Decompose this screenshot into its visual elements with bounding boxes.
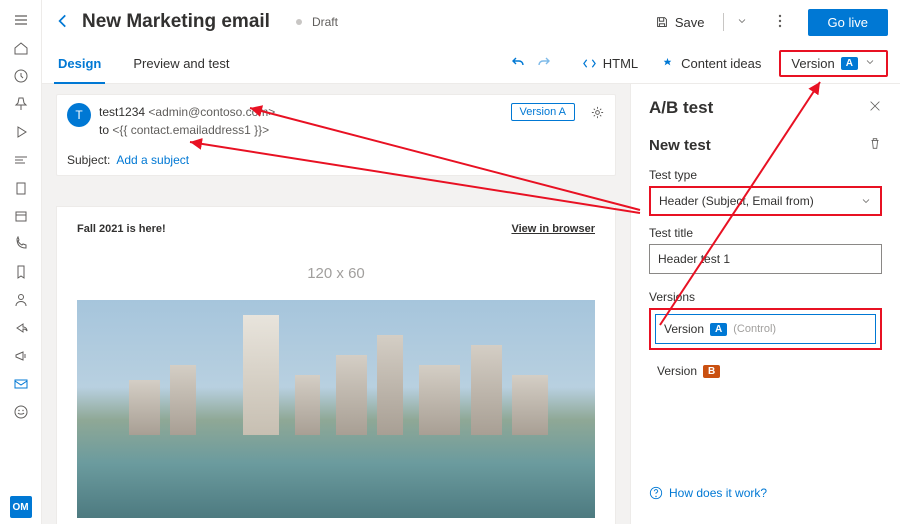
subject-label: Subject: bbox=[67, 153, 110, 167]
version-b-text: Version bbox=[657, 364, 697, 378]
from-address: <admin@contoso.com> bbox=[148, 105, 275, 119]
back-button[interactable] bbox=[54, 12, 72, 33]
add-subject-link[interactable]: Add a subject bbox=[116, 153, 189, 167]
calendar-icon[interactable] bbox=[0, 202, 42, 230]
test-type-label: Test type bbox=[649, 168, 882, 182]
to-value: <{{ contact.emailaddress1 }}> bbox=[112, 123, 269, 137]
chevron-down-icon bbox=[860, 195, 872, 207]
play-icon[interactable] bbox=[0, 118, 42, 146]
mail-icon[interactable] bbox=[0, 370, 42, 398]
phone-icon[interactable] bbox=[0, 230, 42, 258]
version-a-row-box: Version A (Control) bbox=[649, 308, 882, 350]
nav-rail: OM bbox=[0, 0, 42, 524]
pin-icon[interactable] bbox=[0, 90, 42, 118]
delete-icon[interactable] bbox=[868, 136, 882, 154]
email-header-block[interactable]: T test1234 <admin@contoso.com> to <{{ co… bbox=[56, 94, 616, 176]
recent-icon[interactable] bbox=[0, 62, 42, 90]
control-label: (Control) bbox=[733, 323, 776, 335]
bookmark-icon[interactable] bbox=[0, 258, 42, 286]
org-badge[interactable]: OM bbox=[10, 496, 32, 518]
person-icon[interactable] bbox=[0, 286, 42, 314]
tab-preview[interactable]: Preview and test bbox=[129, 44, 233, 84]
megaphone-icon[interactable] bbox=[0, 342, 42, 370]
version-b-row[interactable]: Version B bbox=[649, 356, 882, 386]
share-icon[interactable] bbox=[0, 314, 42, 342]
clipboard-icon[interactable] bbox=[0, 174, 42, 202]
home-icon[interactable] bbox=[0, 34, 42, 62]
version-a-badge-small: A bbox=[710, 323, 727, 336]
chevron-down-icon bbox=[864, 56, 876, 71]
version-a-text: Version bbox=[664, 322, 704, 336]
version-b-badge: B bbox=[703, 365, 720, 378]
editor-toolbar: Design Preview and test HTML Content ide… bbox=[42, 44, 900, 84]
test-title-input[interactable]: Header test 1 bbox=[649, 244, 882, 274]
panel-subtitle: New test bbox=[649, 137, 711, 154]
save-chevron[interactable] bbox=[736, 15, 748, 30]
test-type-select[interactable]: Header (Subject, Email from) bbox=[649, 186, 882, 216]
page-header: New Marketing email Draft Save Go live bbox=[42, 0, 900, 44]
panel-title: A/B test bbox=[649, 98, 713, 118]
version-a-pill[interactable]: Version A bbox=[511, 103, 575, 121]
email-body-preview[interactable]: Fall 2021 is here! View in browser 120 x… bbox=[56, 206, 616, 524]
close-icon[interactable] bbox=[868, 98, 882, 118]
undo-button[interactable] bbox=[510, 54, 526, 73]
logo-placeholder: 120 x 60 bbox=[77, 265, 595, 282]
test-type-value: Header (Subject, Email from) bbox=[659, 194, 814, 208]
gear-icon[interactable] bbox=[590, 105, 605, 123]
sender-avatar: T bbox=[67, 103, 91, 127]
view-in-browser-link[interactable]: View in browser bbox=[511, 223, 595, 235]
status-dot bbox=[296, 19, 302, 25]
versions-label: Versions bbox=[649, 290, 882, 304]
help-link[interactable]: How does it work? bbox=[649, 486, 882, 500]
version-a-badge: A bbox=[841, 57, 858, 70]
more-button[interactable] bbox=[772, 13, 788, 32]
design-canvas: T test1234 <admin@contoso.com> to <{{ co… bbox=[42, 84, 630, 524]
redo-button[interactable] bbox=[536, 54, 552, 73]
help-label: How does it work? bbox=[669, 486, 767, 500]
content-ideas-button[interactable]: Content ideas bbox=[660, 56, 761, 71]
hero-image bbox=[77, 300, 595, 518]
segments-icon[interactable] bbox=[0, 146, 42, 174]
status-label: Draft bbox=[312, 15, 338, 29]
page-title: New Marketing email bbox=[82, 11, 270, 33]
hamburger-icon[interactable] bbox=[0, 6, 42, 34]
save-label: Save bbox=[675, 15, 705, 30]
emoji-icon[interactable] bbox=[0, 398, 42, 426]
test-title-label: Test title bbox=[649, 226, 882, 240]
tab-design[interactable]: Design bbox=[54, 44, 105, 84]
version-a-row[interactable]: Version A (Control) bbox=[655, 314, 876, 344]
version-label: Version bbox=[791, 56, 834, 71]
test-title-value: Header test 1 bbox=[658, 252, 730, 266]
preview-headline: Fall 2021 is here! bbox=[77, 223, 166, 235]
html-button[interactable]: HTML bbox=[582, 56, 638, 71]
to-label: to bbox=[99, 123, 109, 137]
from-name: test1234 bbox=[99, 105, 145, 119]
ab-test-panel: A/B test New test Test type Header (Subj… bbox=[630, 84, 900, 524]
go-live-button[interactable]: Go live bbox=[808, 9, 888, 36]
html-label: HTML bbox=[603, 56, 638, 71]
version-selector[interactable]: Version A bbox=[779, 50, 888, 77]
save-button[interactable]: Save bbox=[649, 11, 711, 34]
content-ideas-label: Content ideas bbox=[681, 56, 761, 71]
